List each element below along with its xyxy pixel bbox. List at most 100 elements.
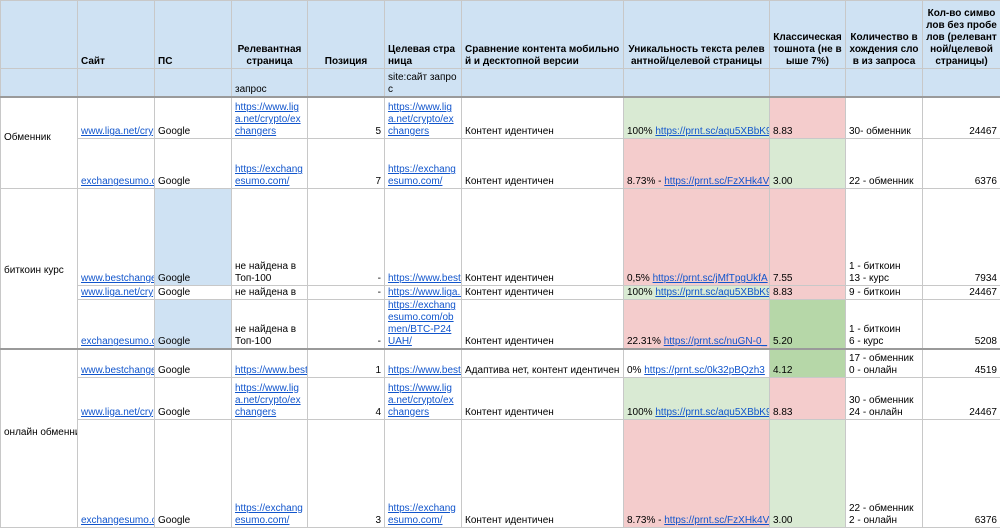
occurrences-cell[interactable]: 22 - обменник 2 - онлайн — [845, 418, 923, 528]
target-cell[interactable]: https://exchangesumo.com/ — [384, 138, 462, 189]
uniqueness-cell[interactable]: 100% https://prnt.sc/aqu5XBbK9 — [623, 95, 770, 139]
nausea-cell[interactable]: 3.00 — [769, 418, 846, 528]
uniqueness-cell[interactable]: 22.31% https://prnt.sc/nuGN-0_ — [623, 299, 770, 350]
chars-cell[interactable]: 6376 — [922, 138, 1000, 189]
uniqueness-cell[interactable]: 0% https://prnt.sc/0k32pBQzh3 — [623, 348, 770, 378]
occurrences-cell[interactable]: 22 - обменник — [845, 138, 923, 189]
compare-cell[interactable]: Контент идентичен — [461, 376, 624, 420]
nausea-cell[interactable]: 4.12 — [769, 348, 846, 378]
chars-cell[interactable]: 6376 — [922, 418, 1000, 528]
position-cell[interactable]: 1 — [307, 348, 385, 378]
target-cell[interactable]: https://exchangesumo.com/obmen/BTC-P24UA… — [384, 299, 462, 350]
compare-cell[interactable]: Контент идентичен — [461, 299, 624, 350]
target-cell[interactable]: https://www.liga.net — [384, 285, 462, 300]
header-nausea[interactable]: Классическая тошнота (не выше 7%) — [769, 0, 846, 69]
compare-cell[interactable]: Контент идентичен — [461, 285, 624, 300]
relevant-cell[interactable]: не найдена в Топ-100 — [231, 188, 308, 286]
uniqueness-cell[interactable]: 100% https://prnt.sc/aqu5XBbK9 — [623, 285, 770, 300]
subheader-relevant[interactable]: запрос — [231, 68, 308, 97]
ps-cell[interactable]: Google — [154, 95, 232, 139]
relevant-cell[interactable]: не найдена в Топ-100 — [231, 299, 308, 350]
group-label[interactable]: онлайн обменник — [0, 348, 78, 528]
compare-cell[interactable]: Контент идентичен — [461, 188, 624, 286]
uniqueness-cell[interactable]: 0,5% https://prnt.sc/jMfTpgUkfA — [623, 188, 770, 286]
target-cell[interactable]: https://exchangesumo.com/ — [384, 418, 462, 528]
header-position[interactable]: Позиция — [307, 0, 385, 69]
position-cell[interactable]: - — [307, 299, 385, 350]
target-cell[interactable]: https://www.liga.net/crypto/exchangers — [384, 95, 462, 139]
nausea-cell[interactable]: 8.83 — [769, 285, 846, 300]
uniqueness-cell[interactable]: 100% https://prnt.sc/aqu5XBbK9 — [623, 376, 770, 420]
header-ps[interactable]: ПС — [154, 0, 232, 69]
relevant-cell[interactable]: https://www.bestchange.ru — [231, 348, 308, 378]
compare-cell[interactable]: Адаптива нет, контент идентичен — [461, 348, 624, 378]
position-cell[interactable]: 4 — [307, 376, 385, 420]
subheader-target[interactable]: site:сайт запрос — [384, 68, 462, 97]
ps-cell[interactable]: Google — [154, 285, 232, 300]
compare-cell[interactable]: Контент идентичен — [461, 138, 624, 189]
chars-cell[interactable]: 24467 — [922, 376, 1000, 420]
relevant-cell[interactable]: https://exchangesumo.com/ — [231, 418, 308, 528]
position-cell[interactable]: - — [307, 285, 385, 300]
occurrences-cell[interactable]: 9 - биткоин — [845, 285, 923, 300]
occurrences-cell[interactable]: 1 - биткоин 13 - курс — [845, 188, 923, 286]
site-cell[interactable]: www.bestchange.ru — [77, 348, 155, 378]
nausea-cell[interactable]: 8.83 — [769, 95, 846, 139]
header-relevant-page[interactable]: Релевантная страница — [231, 0, 308, 69]
compare-cell[interactable]: Контент идентичен — [461, 95, 624, 139]
site-cell[interactable]: www.liga.net/crypto — [77, 285, 155, 300]
ps-cell[interactable]: Google — [154, 348, 232, 378]
compare-cell[interactable]: Контент идентичен — [461, 418, 624, 528]
seo-spreadsheet: Сайт ПС Релевантная страница Позиция Цел… — [0, 0, 1000, 528]
site-cell[interactable]: www.liga.net/crypto/exchangers — [77, 95, 155, 139]
uniqueness-cell[interactable]: 8.73% - https://prnt.sc/FzXHk4V — [623, 138, 770, 189]
ps-cell[interactable]: Google — [154, 138, 232, 189]
table-row: онлайн обменник www.bestchange.ru Google… — [0, 348, 1000, 528]
uniqueness-cell[interactable]: 8.73% - https://prnt.sc/FzXHk4V — [623, 418, 770, 528]
ps-cell[interactable]: Google — [154, 188, 232, 286]
occurrences-cell[interactable]: 30- обменник — [845, 95, 923, 139]
chars-cell[interactable]: 4519 — [922, 348, 1000, 378]
group-label[interactable]: Обменник — [0, 95, 78, 189]
nausea-cell[interactable]: 5.20 — [769, 299, 846, 350]
nausea-cell[interactable]: 8.83 — [769, 376, 846, 420]
relevant-cell[interactable]: https://www.liga.net/crypto/exchangers — [231, 376, 308, 420]
chars-cell[interactable]: 24467 — [922, 285, 1000, 300]
nausea-cell[interactable]: 3.00 — [769, 138, 846, 189]
site-cell[interactable]: www.liga.net/crypto — [77, 376, 155, 420]
position-cell[interactable]: 5 — [307, 95, 385, 139]
site-cell[interactable]: exchangesumo.com — [77, 299, 155, 350]
ps-cell[interactable]: Google — [154, 418, 232, 528]
position-cell[interactable]: 3 — [307, 418, 385, 528]
position-cell[interactable]: - — [307, 188, 385, 286]
site-cell[interactable]: exchangesumo.com — [77, 418, 155, 528]
header-content-compare[interactable]: Сравнение контента мобильной и десктопно… — [461, 0, 624, 69]
position-cell[interactable]: 7 — [307, 138, 385, 189]
header-target-page[interactable]: Целевая страница — [384, 0, 462, 69]
chars-cell[interactable]: 7934 — [922, 188, 1000, 286]
header-cell-empty[interactable] — [0, 0, 78, 69]
ps-cell[interactable]: Google — [154, 299, 232, 350]
header-occurrences[interactable]: Количество вхождения слов из запроса — [845, 0, 923, 69]
site-cell[interactable]: exchangesumo.com — [77, 138, 155, 189]
occurrences-cell[interactable]: 1 - биткоин 6 - курс — [845, 299, 923, 350]
chars-cell[interactable]: 5208 — [922, 299, 1000, 350]
site-cell[interactable]: www.bestchange.ru — [77, 188, 155, 286]
group-label[interactable]: биткоин курс — [0, 188, 78, 350]
header-site[interactable]: Сайт — [77, 0, 155, 69]
occurrences-cell[interactable]: 17 - обменник 0 - онлайн — [845, 348, 923, 378]
header-chars[interactable]: Кол-во символов без пробелов (релевантно… — [922, 0, 1000, 69]
target-cell[interactable]: https://www.bestchange.ru — [384, 348, 462, 378]
chars-cell[interactable]: 24467 — [922, 95, 1000, 139]
relevant-cell[interactable]: https://exchangesumo.com/ — [231, 138, 308, 189]
occurrences-cell[interactable]: 30 - обменник 24 - онлайн — [845, 376, 923, 420]
table-row: Обменник www.liga.net/crypto/exchangers … — [0, 95, 1000, 189]
relevant-cell[interactable]: не найдена в — [231, 285, 308, 300]
subheader-row: запрос site:сайт запрос — [0, 68, 1000, 97]
relevant-cell[interactable]: https://www.liga.net/crypto/exchangers — [231, 95, 308, 139]
ps-cell[interactable]: Google — [154, 376, 232, 420]
nausea-cell[interactable]: 7.55 — [769, 188, 846, 286]
target-cell[interactable]: https://www.liga.net/crypto/exchangers — [384, 376, 462, 420]
target-cell[interactable]: https://www.bestchange.ru — [384, 188, 462, 286]
header-uniqueness[interactable]: Уникальность текста релевантной/целевой … — [623, 0, 770, 69]
